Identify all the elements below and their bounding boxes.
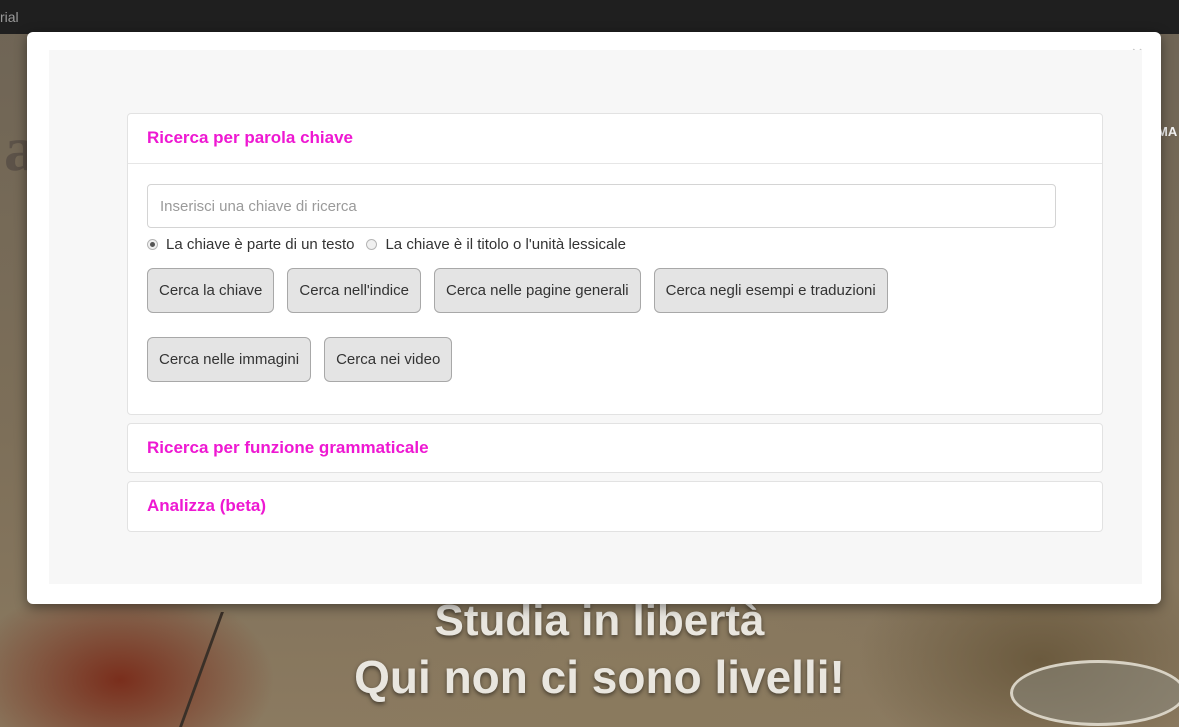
radio-part-of-text[interactable]: La chiave è parte di un testo xyxy=(147,236,354,253)
button-row: Cerca la chiave Cerca nell'indice Cerca … xyxy=(147,268,901,313)
radio-title-or-lexical-unit[interactable]: La chiave è il titolo o l'unità lessical… xyxy=(366,236,626,253)
search-key-button[interactable]: Cerca la chiave xyxy=(147,268,275,313)
panel-heading-grammar[interactable]: Ricerca per funzione grammaticale xyxy=(128,424,1102,474)
search-mode-radios: La chiave è parte di un testo La chiave … xyxy=(147,236,638,253)
analyze-panel: Analizza (beta) xyxy=(127,481,1103,532)
panel-heading-keyword[interactable]: Ricerca per parola chiave xyxy=(128,114,1102,164)
top-navbar: rial xyxy=(0,0,1179,34)
radio-button-checked[interactable] xyxy=(147,239,158,250)
radio-label: La chiave è parte di un testo xyxy=(166,236,355,253)
search-examples-button[interactable]: Cerca negli esempi e traduzioni xyxy=(653,268,888,313)
grammar-search-panel: Ricerca per funzione grammaticale xyxy=(127,423,1103,473)
search-input[interactable] xyxy=(147,184,1056,228)
search-modal: × Ricerca per parola chiave La chiave è … xyxy=(27,32,1161,604)
panel-heading-analyze[interactable]: Analizza (beta) xyxy=(128,482,1102,532)
search-index-button[interactable]: Cerca nell'indice xyxy=(287,268,421,313)
search-videos-button[interactable]: Cerca nei video xyxy=(324,337,453,382)
navbar-item-text[interactable]: rial xyxy=(0,9,19,25)
keyword-search-panel: Ricerca per parola chiave La chiave è pa… xyxy=(127,113,1103,415)
modal-body: Ricerca per parola chiave La chiave è pa… xyxy=(49,50,1142,584)
search-general-pages-button[interactable]: Cerca nelle pagine generali xyxy=(433,268,641,313)
radio-label: La chiave è il titolo o l'unità lessical… xyxy=(385,236,626,253)
hero-subheadline: Qui non ci sono livelli! xyxy=(354,651,845,703)
radio-button[interactable] xyxy=(366,239,378,250)
button-row: Cerca nelle immagini Cerca nei video xyxy=(147,337,465,382)
search-images-button[interactable]: Cerca nelle immagini xyxy=(147,337,312,382)
